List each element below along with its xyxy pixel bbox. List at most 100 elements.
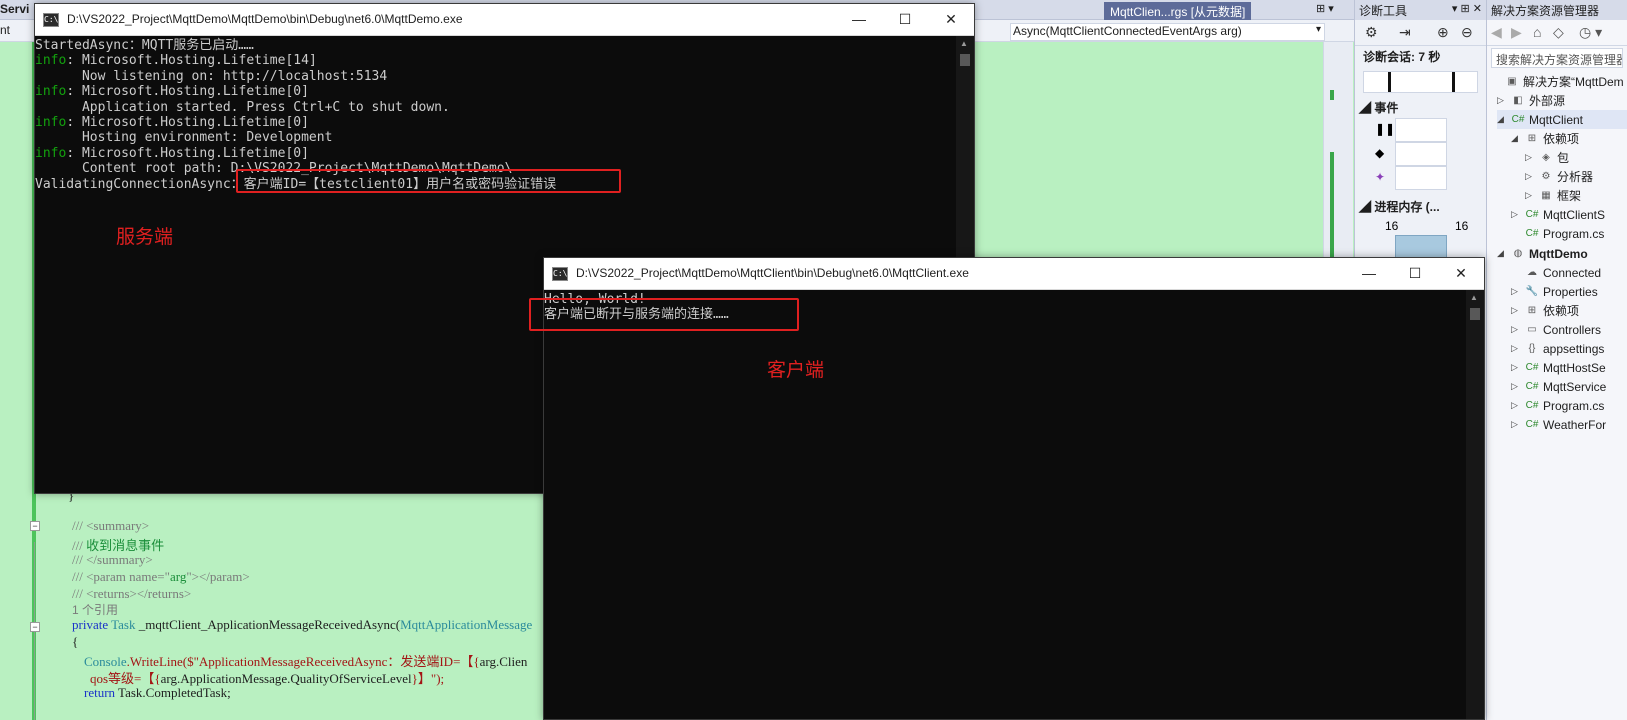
scroll-thumb[interactable] bbox=[1470, 308, 1480, 320]
tree-item[interactable]: ▷ C# MqttClientS bbox=[1511, 205, 1627, 224]
tree-item[interactable]: ▷ C# WeatherFor bbox=[1511, 415, 1627, 434]
tree-item[interactable]: ▷ ⚙ 分析器 bbox=[1525, 167, 1627, 186]
vs-switch-icon[interactable]: ◇ bbox=[1553, 24, 1564, 41]
close-button[interactable]: ✕ bbox=[1438, 262, 1484, 286]
tab-metadata[interactable]: MqttClien...rgs [从元数据] bbox=[1104, 2, 1252, 20]
tree-item[interactable]: ◢ C# MqttClient bbox=[1497, 110, 1627, 129]
home-icon[interactable]: ⌂ bbox=[1533, 24, 1541, 40]
console-line: StartedAsync：MQTT服务已启动…… bbox=[35, 38, 956, 53]
tree-item[interactable]: ▷ ▭ Controllers bbox=[1511, 320, 1627, 339]
memory-section-title[interactable]: ◢ 进程内存 (... bbox=[1355, 196, 1486, 217]
tree-item[interactable]: ◢ ◍ MqttDemo bbox=[1497, 244, 1627, 263]
collapse-icon[interactable]: − bbox=[30, 622, 40, 632]
zoom-out-icon[interactable]: ⊖ bbox=[1461, 24, 1473, 41]
tree-item-label: 外部源 bbox=[1529, 94, 1566, 108]
member-dropdown[interactable]: Async(MqttClientConnectedEventArgs arg) … bbox=[1010, 23, 1325, 41]
memory-max-left: 16 bbox=[1385, 219, 1399, 233]
log-level-label: info bbox=[35, 84, 67, 100]
console-line-text: : Microsoft.Hosting.Lifetime[0] bbox=[66, 145, 309, 161]
tree-item[interactable]: ▷ ◧ 外部源 bbox=[1497, 91, 1627, 110]
reference-count-link[interactable]: 1 个引用 bbox=[72, 601, 118, 618]
tree-item[interactable]: ▣ 解决方案“MqttDem bbox=[1491, 72, 1627, 91]
expanded-arrow-icon[interactable]: ◢ bbox=[1511, 133, 1521, 144]
scroll-up-icon[interactable]: ▲ bbox=[1470, 293, 1478, 302]
log-level-label: info bbox=[35, 53, 67, 69]
export-icon[interactable]: ⇥ bbox=[1399, 24, 1411, 41]
tree-item[interactable]: ▷ ⊞ 依赖项 bbox=[1511, 301, 1627, 320]
tree-item-icon: ⚙ bbox=[1541, 171, 1551, 182]
tree-item[interactable]: ☁ Connected bbox=[1511, 263, 1627, 282]
collapsed-arrow-icon[interactable]: ▷ bbox=[1511, 286, 1521, 297]
solution-search-input[interactable]: 搜索解决方案资源管理器 bbox=[1491, 48, 1623, 68]
diamond-icon: ◆ bbox=[1375, 146, 1385, 160]
collapsed-arrow-icon[interactable]: ▷ bbox=[1511, 305, 1521, 316]
scroll-up-icon[interactable]: ▲ bbox=[960, 39, 968, 48]
close-button[interactable]: ✕ bbox=[928, 8, 974, 32]
collapsed-arrow-icon[interactable]: ▷ bbox=[1511, 343, 1521, 354]
client-console-titlebar[interactable]: C:\ D:\VS2022_Project\MqttDemo\MqttClien… bbox=[544, 258, 1484, 290]
diagnostic-tools-title: 诊断工具 bbox=[1359, 4, 1408, 18]
console-line: Now listening on: http://localhost:5134 bbox=[35, 69, 956, 84]
code-line: { bbox=[72, 634, 79, 649]
event-track bbox=[1395, 166, 1447, 190]
minimize-button[interactable]: — bbox=[836, 8, 882, 32]
back-icon[interactable]: ◀ bbox=[1491, 24, 1502, 41]
events-section-title[interactable]: ◢ 事件 bbox=[1355, 97, 1486, 118]
tree-item[interactable]: ▷ 🔧 Properties bbox=[1511, 282, 1627, 301]
tree-item-icon: ◧ bbox=[1513, 95, 1523, 106]
forward-icon[interactable]: ▶ bbox=[1511, 24, 1522, 41]
server-console-titlebar[interactable]: C:\ D:\VS2022_Project\MqttDemo\MqttDemo\… bbox=[35, 4, 974, 36]
tree-item[interactable]: C# Program.cs bbox=[1511, 224, 1627, 243]
timeline-ruler[interactable] bbox=[1363, 71, 1478, 93]
diagnostic-toolbar: ⚙ ⇥ ⊕ ⊖ bbox=[1355, 20, 1486, 46]
console-app-icon: C:\ bbox=[43, 13, 59, 27]
panel-pin-icon[interactable]: ▾ ⊞ ✕ bbox=[1452, 2, 1482, 15]
collapsed-arrow-icon[interactable]: ▷ bbox=[1497, 95, 1507, 106]
collapse-icon[interactable]: − bbox=[30, 521, 40, 531]
collapsed-arrow-icon[interactable]: ▷ bbox=[1511, 381, 1521, 392]
expanded-arrow-icon[interactable]: ◢ bbox=[1497, 248, 1507, 259]
tree-item-icon: {} bbox=[1528, 343, 1536, 354]
scroll-marker bbox=[1330, 90, 1334, 100]
gear-icon[interactable]: ⚙ bbox=[1365, 24, 1378, 41]
tree-item-icon: C# bbox=[1525, 381, 1539, 392]
collapsed-arrow-icon[interactable]: ▷ bbox=[1525, 152, 1535, 163]
tree-item[interactable]: ▷ C# MqttService bbox=[1511, 377, 1627, 396]
collapsed-arrow-icon[interactable]: ▷ bbox=[1511, 362, 1521, 373]
tree-item[interactable]: ◢ ⊞ 依赖项 bbox=[1511, 129, 1627, 148]
collapsed-arrow-icon[interactable]: ▷ bbox=[1511, 324, 1521, 335]
collapsed-arrow-icon[interactable]: ▷ bbox=[1511, 400, 1521, 411]
tree-item-label: Program.cs bbox=[1543, 398, 1605, 413]
code-line: /// </summary> bbox=[72, 552, 153, 567]
log-level-label: info bbox=[35, 114, 67, 130]
tree-item[interactable]: ▷ C# Program.cs bbox=[1511, 396, 1627, 415]
solution-explorer-panel: 解决方案资源管理器 ◀ ▶ ⌂ ◇ ◷ ▾ 搜索解决方案资源管理器 ▣ 解决方案“… bbox=[1486, 0, 1627, 720]
scroll-thumb[interactable] bbox=[960, 54, 970, 66]
tree-item[interactable]: ▷ ▦ 框架 bbox=[1525, 186, 1627, 205]
line-gutter bbox=[0, 42, 36, 720]
tree-item-icon: C# bbox=[1525, 362, 1539, 373]
client-console-output[interactable]: Hello, World! 客户端已断开与服务端的连接…… bbox=[544, 290, 1466, 719]
collapsed-arrow-icon[interactable]: ▷ bbox=[1525, 171, 1535, 182]
maximize-button[interactable]: ☐ bbox=[1392, 262, 1438, 286]
tree-item[interactable]: ▷ {} appsettings bbox=[1511, 339, 1627, 358]
tree-item[interactable]: ▷ ◈ 包 bbox=[1525, 148, 1627, 167]
server-annotation-label: 服务端 bbox=[116, 226, 174, 248]
tab-overflow-icon[interactable]: ⊞ ▾ bbox=[1316, 2, 1334, 15]
minimize-button[interactable]: — bbox=[1346, 262, 1392, 286]
tree-item-icon: 🔧 bbox=[1525, 286, 1539, 297]
collapsed-arrow-icon[interactable]: ▷ bbox=[1511, 419, 1521, 430]
tree-item[interactable]: ▷ C# MqttHostSe bbox=[1511, 358, 1627, 377]
collapsed-arrow-icon[interactable]: ▷ bbox=[1511, 209, 1521, 220]
tree-item-label: Properties bbox=[1543, 284, 1598, 299]
project-dropdown[interactable]: nt bbox=[0, 23, 10, 37]
events-label: 事件 bbox=[1374, 101, 1399, 115]
console-scrollbar[interactable]: ▲ bbox=[1466, 290, 1484, 719]
expanded-arrow-icon[interactable]: ◢ bbox=[1497, 114, 1507, 125]
tree-item-label: Controllers bbox=[1543, 322, 1602, 337]
zoom-in-icon[interactable]: ⊕ bbox=[1437, 24, 1449, 41]
tab-service[interactable]: Servi bbox=[0, 2, 29, 16]
history-icon[interactable]: ◷ ▾ bbox=[1579, 24, 1602, 41]
collapsed-arrow-icon[interactable]: ▷ bbox=[1525, 190, 1535, 201]
maximize-button[interactable]: ☐ bbox=[882, 8, 928, 32]
